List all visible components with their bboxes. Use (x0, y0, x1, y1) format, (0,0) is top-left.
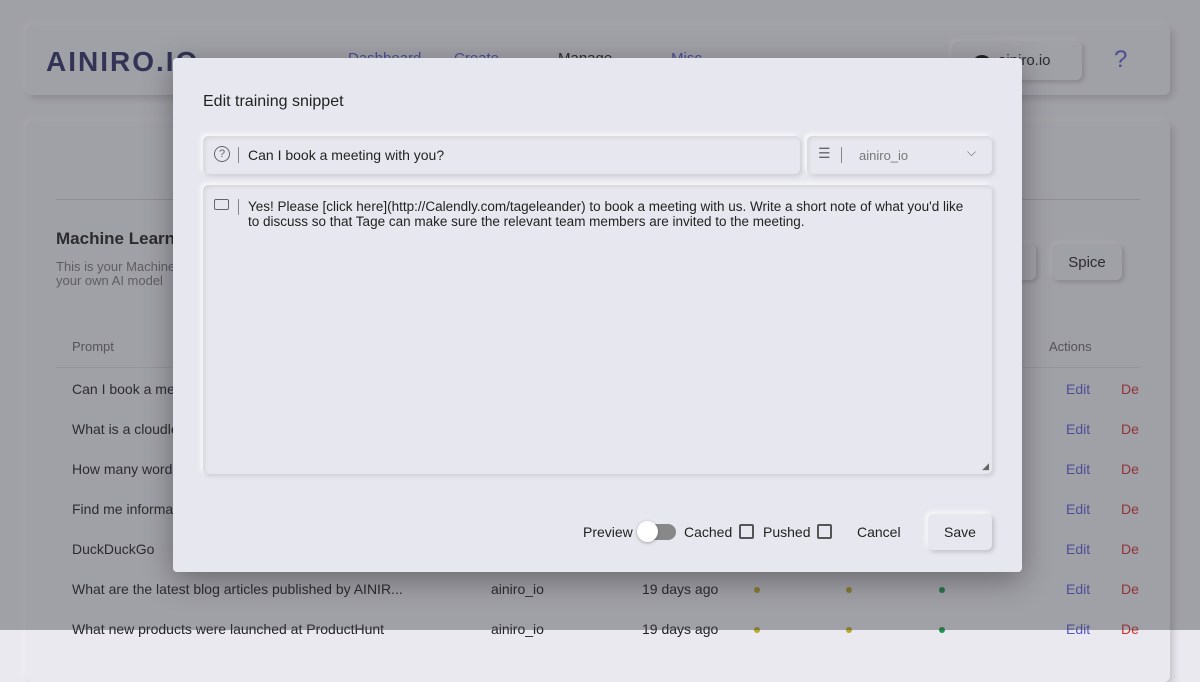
type-value: ainiro_io (859, 148, 909, 163)
completion-value: Yes! Please [click here](http://Calendly… (248, 199, 964, 229)
toggle-knob (637, 521, 658, 542)
list-icon: ☰ (818, 145, 831, 161)
pushed-label: Pushed (763, 524, 811, 540)
separator (841, 147, 842, 163)
cached-label: Cached (684, 524, 733, 540)
prompt-input[interactable]: ? Can I book a meeting with you? (203, 136, 800, 174)
chevron-down-icon: ⌵ (967, 145, 977, 159)
dialog-title: Edit training snippet (203, 93, 344, 110)
separator (238, 147, 239, 163)
prompt-value: Can I book a meeting with you? (248, 147, 445, 163)
completion-textarea[interactable]: Yes! Please [click here](http://Calendly… (203, 185, 992, 474)
cached-checkbox[interactable] (739, 524, 754, 539)
type-select[interactable]: ☰ ainiro_io ⌵ (807, 136, 992, 174)
preview-toggle[interactable] (637, 521, 676, 542)
question-icon: ? (214, 146, 230, 162)
resize-handle-icon[interactable]: ◢ (982, 461, 989, 472)
edit-snippet-dialog: Edit training snippet ? Can I book a mee… (173, 58, 1022, 572)
pushed-checkbox[interactable] (817, 524, 832, 539)
text-icon (214, 199, 229, 210)
preview-label: Preview (583, 524, 633, 540)
cancel-button[interactable]: Cancel (857, 524, 901, 540)
separator (238, 199, 239, 215)
save-button[interactable]: Save (928, 514, 992, 550)
